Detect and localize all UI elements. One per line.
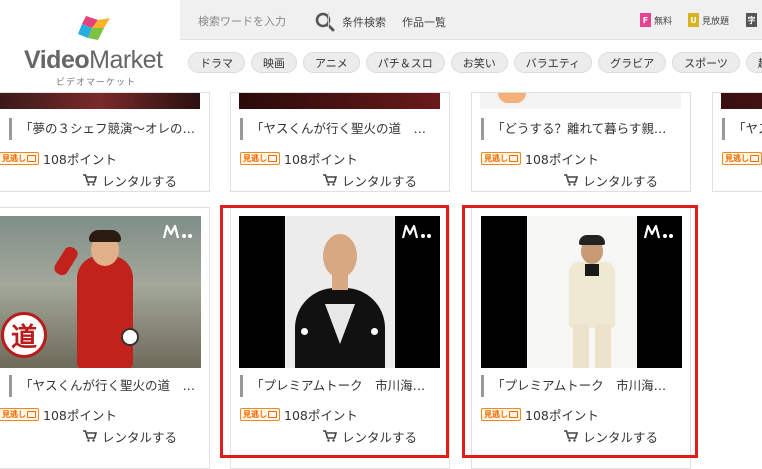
unlimited-label: 見放題: [702, 16, 730, 27]
midashi-badge: 見逃し: [722, 151, 762, 165]
points-row: 見逃し 108ポイント: [0, 406, 117, 423]
divider: [328, 12, 329, 28]
midashi-badge: 見逃し: [0, 407, 39, 421]
midashi-badge: 見逃し: [481, 151, 521, 165]
site-header: VideoMarket ビデオマーケット 条件検索 作品一覧 F 無料 U 見放…: [0, 0, 762, 92]
video-title[interactable]: 「ヤスくんが行く聖火の道 …: [240, 118, 441, 140]
points-row: 見逃し 108ポイント: [0, 150, 117, 167]
video-thumbnail[interactable]: [239, 93, 440, 109]
video-card[interactable]: 「ヤスくんが行く聖火の道 … 見逃し 108ポイント レンタルする: [230, 92, 450, 192]
video-thumbnail[interactable]: 道: [0, 216, 201, 368]
midashi-badge: 見逃し: [0, 151, 39, 165]
search-icon[interactable]: [314, 11, 336, 33]
channel-watermark-icon: [162, 224, 192, 239]
rental-label: レンタルする: [102, 429, 178, 445]
logo-subtitle: ビデオマーケット: [56, 78, 137, 88]
points-label: 108ポイント: [43, 407, 117, 423]
title-list-link[interactable]: 作品一覧: [402, 14, 446, 30]
video-title[interactable]: 「どうする？離れて暮らす親…: [481, 118, 682, 140]
search-box: [198, 10, 335, 32]
tv-icon: [509, 154, 518, 162]
tv-icon: [27, 154, 36, 162]
genre-variety[interactable]: バラエティ: [513, 52, 593, 73]
genre-anime[interactable]: アニメ: [303, 52, 360, 73]
rental-label: レンタルする: [342, 173, 418, 189]
genre-comedy[interactable]: お笑い: [450, 52, 508, 73]
rental-button[interactable]: レンタルする: [323, 171, 417, 189]
video-card[interactable]: 「ヤス 見逃し: [712, 92, 762, 192]
search-input[interactable]: [198, 10, 298, 32]
logo-wordmark: VideoMarket: [24, 46, 163, 74]
points-label: 108ポイント: [525, 151, 599, 167]
cart-icon: [323, 174, 337, 186]
points-row: 見逃し: [722, 150, 762, 166]
rental-label: レンタルする: [102, 173, 178, 189]
free-link[interactable]: F 無料: [640, 12, 672, 28]
video-thumbnail[interactable]: [721, 93, 762, 109]
advanced-search-link[interactable]: 条件検索: [342, 14, 386, 30]
selection-highlight: [462, 205, 698, 458]
genre-pachislot[interactable]: パチ＆スロ: [365, 52, 445, 73]
genre-gravure[interactable]: グラビア: [598, 52, 667, 73]
midashi-badge: 見逃し: [240, 151, 280, 165]
points-row: 見逃し 108ポイント: [240, 150, 358, 167]
unlimited-badge-icon: U: [688, 13, 699, 27]
genre-hobby[interactable]: 趣味: [745, 52, 762, 73]
genre-sports[interactable]: スポーツ: [672, 52, 740, 73]
overlay-michi-emblem: 道: [1, 312, 47, 358]
free-label: 無料: [654, 16, 673, 27]
tv-icon: [268, 154, 277, 162]
video-thumbnail[interactable]: [0, 93, 200, 109]
cart-icon: [564, 174, 578, 186]
genre-drama[interactable]: ドラマ: [188, 52, 245, 73]
selection-highlight: [220, 205, 449, 458]
top-bar: 条件検索 作品一覧 F 無料 U 見放題 字: [180, 0, 762, 40]
subtitle-badge-icon: 字: [746, 13, 757, 27]
cart-icon: [83, 430, 97, 442]
points-label: 108ポイント: [43, 151, 117, 167]
points-label: 108ポイント: [284, 151, 358, 167]
tv-icon: [750, 154, 759, 162]
logo-mark-icon: [78, 16, 110, 40]
cart-icon: [83, 174, 97, 186]
genre-nav: ドラマ 映画 アニメ パチ＆スロ お笑い バラエティ グラビア スポーツ 趣味: [188, 52, 762, 74]
rental-button[interactable]: レンタルする: [83, 427, 177, 445]
video-thumbnail[interactable]: [480, 93, 681, 109]
video-title[interactable]: 「ヤスくんが行く聖火の道 …: [9, 375, 209, 397]
videomarket-logo[interactable]: VideoMarket ビデオマーケット: [0, 0, 180, 92]
video-card[interactable]: 「夢の３シェフ競演～オレの… 見逃し 108ポイント レンタルする: [0, 92, 210, 192]
rental-button[interactable]: レンタルする: [564, 171, 658, 189]
video-card[interactable]: 道 「ヤスくんが行く聖火の道 … 見逃し 108ポイント レンタルする: [0, 207, 210, 469]
video-card[interactable]: 「どうする？離れて暮らす親… 見逃し 108ポイント レンタルする: [471, 92, 691, 192]
video-title[interactable]: 「夢の３シェフ競演～オレの…: [9, 118, 209, 140]
unlimited-link[interactable]: U 見放題: [688, 12, 729, 28]
tv-icon: [27, 410, 36, 418]
genre-movie[interactable]: 映画: [251, 52, 297, 73]
free-badge-icon: F: [640, 13, 651, 27]
subtitle-link[interactable]: 字: [746, 12, 757, 28]
rental-button[interactable]: レンタルする: [83, 171, 177, 189]
points-row: 見逃し 108ポイント: [481, 150, 599, 167]
rental-label: レンタルする: [583, 173, 659, 189]
video-title[interactable]: 「ヤス: [722, 118, 762, 140]
